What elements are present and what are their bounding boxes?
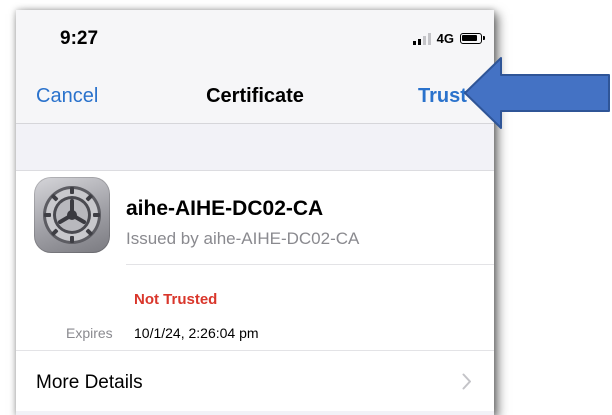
- screenshot-stage: 9:27 4G Certificate Cancel Trust aihe-AI…: [0, 0, 612, 415]
- certificate-name: aihe-AIHE-DC02-CA: [126, 197, 324, 220]
- expires-value: 10/1/24, 2:26:04 pm: [134, 325, 259, 341]
- status-indicators: 4G: [412, 31, 485, 46]
- arrow-left-icon: [464, 57, 610, 129]
- certificate-card: aihe-AIHE-DC02-CA Issued by aihe-AIHE-DC…: [16, 170, 494, 411]
- network-type: 4G: [436, 31, 454, 46]
- chevron-right-icon: [462, 373, 471, 390]
- battery-icon: [460, 33, 485, 44]
- signal-bar: [412, 40, 416, 45]
- cancel-button[interactable]: Cancel: [36, 85, 98, 108]
- trust-status-badge: Not Trusted: [134, 291, 218, 308]
- cellular-signal-icon: [412, 32, 431, 45]
- signal-bar: [417, 38, 421, 45]
- divider: [126, 264, 494, 265]
- signal-bar: [427, 32, 431, 45]
- settings-gear-icon: [34, 177, 110, 253]
- trust-button[interactable]: Trust: [418, 85, 467, 108]
- certificate-issuer: Issued by aihe-AIHE-DC02-CA: [126, 229, 360, 248]
- status-time: 9:27: [60, 28, 99, 49]
- more-details-row[interactable]: More Details: [16, 350, 494, 411]
- more-details-label: More Details: [36, 372, 143, 393]
- signal-bar: [422, 35, 426, 45]
- phone-screen: 9:27 4G Certificate Cancel Trust aihe-AI…: [16, 10, 494, 415]
- navigation-header: 9:27 4G Certificate Cancel Trust: [16, 10, 494, 124]
- expires-label: Expires: [66, 325, 113, 341]
